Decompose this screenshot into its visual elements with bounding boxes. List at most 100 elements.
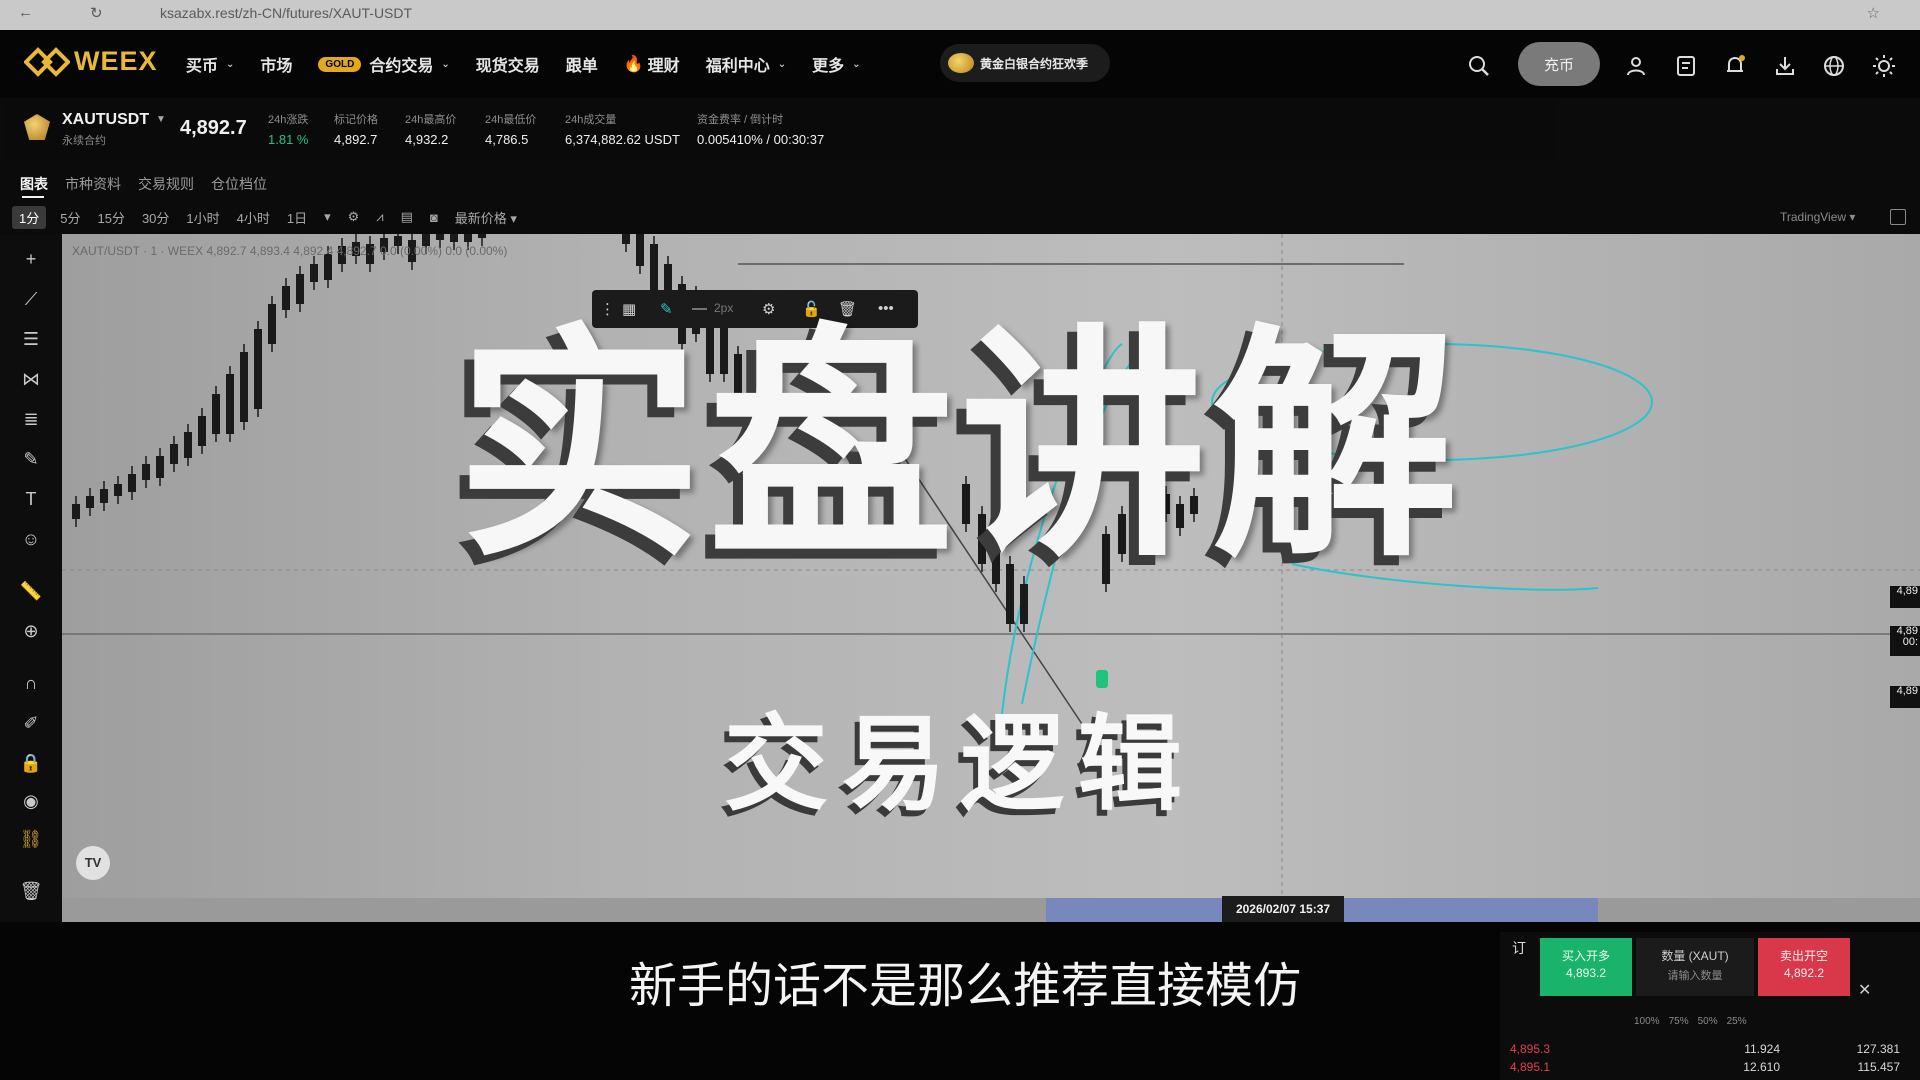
fullscreen-icon[interactable] bbox=[1890, 209, 1906, 225]
fire-icon: 🔥 bbox=[623, 56, 644, 73]
deposit-button[interactable]: 充币 bbox=[1518, 42, 1600, 86]
language-globe-icon[interactable] bbox=[1822, 54, 1846, 78]
quantity-percent-selector: 100% 75% 50% 25% bbox=[1634, 1016, 1747, 1027]
nav-item-4[interactable]: 跟单 bbox=[566, 52, 598, 76]
candlestick bbox=[170, 436, 178, 472]
chevron-down-icon: ⌄ bbox=[226, 58, 235, 70]
promo-banner[interactable]: 黄金白银合约狂欢季 bbox=[940, 44, 1110, 82]
buy-marker bbox=[1096, 670, 1108, 688]
drawing-mode-icon[interactable]: ✐ bbox=[18, 710, 44, 736]
indicators-icon[interactable]: ⩘ bbox=[376, 209, 383, 225]
search-icon[interactable] bbox=[1467, 54, 1491, 78]
lock-icon[interactable]: 🔒 bbox=[18, 750, 44, 776]
candlestick bbox=[636, 234, 644, 274]
link-icon[interactable]: ⛓ bbox=[18, 826, 44, 852]
candlestick bbox=[296, 266, 304, 312]
back-arrow-icon[interactable]: ← bbox=[18, 4, 33, 21]
notification-bell-icon[interactable] bbox=[1723, 54, 1747, 78]
order-book-row[interactable]: 4,895.1 12.610 115.457 bbox=[1510, 1060, 1910, 1078]
magnet-icon[interactable]: ∩ bbox=[18, 670, 44, 696]
video-caption: 新手的话不是那么推荐直接模仿 bbox=[628, 958, 1301, 1014]
tab-trading-rules[interactable]: 交易规则 bbox=[138, 174, 194, 194]
text-tool-icon[interactable]: T bbox=[18, 486, 44, 512]
nav-item-5[interactable]: 🔥 理财 bbox=[624, 52, 680, 76]
timeframe-30m[interactable]: 30分 bbox=[142, 208, 169, 227]
percent-75[interactable]: 75% bbox=[1669, 1016, 1689, 1027]
nav-item-1[interactable]: 市场 bbox=[260, 52, 292, 76]
percent-100[interactable]: 100% bbox=[1634, 1016, 1660, 1027]
active-tab-indicator bbox=[22, 196, 44, 198]
stat-funding-rate: 资金费率 / 倒计时 0.005410% / 00:30:37 bbox=[697, 114, 825, 147]
price-type-dropdown[interactable]: 最新价格 ▾ bbox=[455, 208, 517, 227]
timeframe-4h[interactable]: 4小时 bbox=[237, 208, 270, 227]
tab-position-tiers[interactable]: 仓位档位 bbox=[211, 174, 267, 194]
gold-coin-icon bbox=[948, 53, 974, 73]
percent-50[interactable]: 50% bbox=[1698, 1016, 1718, 1027]
stat-24h-high: 24h最高价 4,932.2 bbox=[405, 114, 457, 147]
reload-icon[interactable]: ↻ bbox=[90, 4, 103, 22]
nav-item-label: 更多 bbox=[812, 58, 845, 75]
trend-line-icon[interactable]: ⟋ bbox=[18, 286, 44, 312]
candlestick bbox=[86, 488, 94, 516]
crosshair-icon[interactable]: + bbox=[18, 246, 44, 272]
horizontal-lines-icon[interactable]: ☰ bbox=[18, 326, 44, 352]
symbol-selector[interactable]: XAUTUSDT bbox=[62, 111, 149, 129]
address-bar[interactable]: ksazabx.rest/zh-CN/futures/XAUT-USDT bbox=[160, 5, 412, 21]
chevron-down-icon[interactable]: ▼ bbox=[156, 114, 166, 125]
price-axis-label: 4,89 bbox=[1890, 586, 1920, 608]
timeframe-1d[interactable]: 1日 bbox=[287, 208, 307, 227]
stat-24h-low: 24h最低价 4,786.5 bbox=[485, 114, 537, 147]
nav-item-2[interactable]: GOLD 合约交易 ⌄ bbox=[318, 52, 450, 76]
trash-icon[interactable]: 🗑 bbox=[18, 878, 44, 904]
download-icon[interactable] bbox=[1773, 54, 1797, 78]
weex-logo-text: WEEX bbox=[74, 46, 158, 76]
timeframe-1m[interactable]: 1分 bbox=[12, 205, 47, 229]
candlestick bbox=[100, 481, 108, 511]
nav-item-label: 福利中心 bbox=[705, 58, 770, 75]
chart-settings-gear-icon[interactable]: ⚙ bbox=[348, 209, 360, 225]
screenshot-camera-icon[interactable]: ◙ bbox=[430, 210, 438, 225]
percent-25[interactable]: 25% bbox=[1727, 1016, 1747, 1027]
sell-open-short-button[interactable]: 卖出开空 4,892.2 bbox=[1758, 938, 1850, 996]
gold-badge: GOLD bbox=[318, 56, 362, 72]
nav-item-0[interactable]: 买币 ⌄ bbox=[186, 52, 234, 76]
close-icon[interactable]: ✕ bbox=[1858, 980, 1871, 1000]
weex-logo[interactable]: WEEX bbox=[23, 46, 158, 77]
tradingview-logo-icon[interactable]: TV bbox=[76, 846, 110, 880]
timeframe-more-chevron-icon[interactable]: ▾ bbox=[324, 209, 331, 225]
pattern-icon[interactable]: ⋈ bbox=[18, 366, 44, 392]
user-icon[interactable] bbox=[1624, 54, 1648, 78]
time-axis[interactable] bbox=[62, 898, 1920, 922]
emoji-icon[interactable]: ☺ bbox=[18, 526, 44, 552]
candlestick bbox=[268, 296, 276, 352]
candlestick bbox=[156, 448, 164, 486]
ruler-icon[interactable]: 📏 bbox=[18, 578, 44, 604]
timeframe-5m[interactable]: 5分 bbox=[60, 208, 80, 227]
nav-item-3[interactable]: 现货交易 bbox=[476, 52, 540, 76]
tab-chart[interactable]: 图表 bbox=[20, 174, 48, 194]
order-book: 4,895.3 11.924 127.381 4,895.1 12.610 115.45… bbox=[1510, 1042, 1910, 1078]
fib-retracement-icon[interactable]: ≣ bbox=[18, 406, 44, 432]
zoom-in-icon[interactable]: ⊕ bbox=[18, 618, 44, 644]
timeframe-15m[interactable]: 15分 bbox=[97, 208, 124, 227]
candlestick bbox=[184, 424, 192, 466]
order-book-row[interactable]: 4,895.3 11.924 127.381 bbox=[1510, 1042, 1910, 1060]
quantity-input[interactable]: 数量 (XAUT) 请输入数量 bbox=[1636, 938, 1754, 996]
theme-sun-icon[interactable] bbox=[1872, 54, 1896, 78]
templates-icon[interactable]: ▤ bbox=[401, 209, 413, 225]
price-axis-label: 4,89 bbox=[1890, 686, 1920, 708]
tab-coin-info[interactable]: 市种资料 bbox=[65, 174, 121, 194]
price-axis-label: 4,89 00: bbox=[1890, 626, 1920, 656]
buy-open-long-button[interactable]: 买入开多 4,893.2 bbox=[1540, 938, 1632, 996]
bookmark-star-icon[interactable]: ☆ bbox=[1867, 4, 1880, 22]
nav-item-label: 跟单 bbox=[565, 58, 598, 75]
main-menu: 买币 ⌄ 市场 GOLD 合约交易 ⌄ 现货交易 跟单 🔥 理财 福利中心 ⌄ 更多 ⌄ bbox=[186, 52, 887, 76]
nav-item-6[interactable]: 福利中心 ⌄ bbox=[706, 52, 786, 76]
orders-icon[interactable] bbox=[1674, 54, 1698, 78]
tradingview-dropdown[interactable]: TradingView ▾ bbox=[1780, 210, 1855, 224]
timeframe-1h[interactable]: 1小时 bbox=[186, 208, 219, 227]
candlestick bbox=[282, 278, 290, 318]
nav-item-7[interactable]: 更多 ⌄ bbox=[812, 52, 860, 76]
eye-icon[interactable]: ◉ bbox=[18, 788, 44, 814]
brush-icon[interactable]: ✎ bbox=[18, 446, 44, 472]
